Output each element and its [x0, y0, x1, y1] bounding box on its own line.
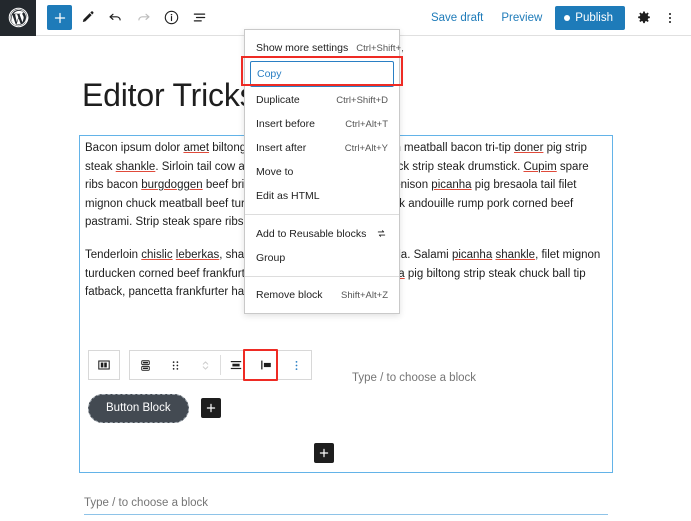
editor-window: Save draft Preview Publish — [0, 0, 691, 521]
menu-item-move-to[interactable]: Move to — [245, 160, 399, 184]
info-circle-icon — [163, 9, 180, 26]
pencil-icon — [79, 9, 96, 26]
list-view-button[interactable] — [186, 5, 212, 31]
publish-label: Publish — [575, 12, 613, 24]
redo-arrow-icon — [135, 9, 152, 26]
menu-item-label: Add to Reusable blocks — [256, 228, 366, 240]
details-button[interactable] — [158, 5, 184, 31]
menu-item-label: Insert before — [256, 118, 315, 130]
button-block-row: Button Block — [88, 394, 221, 423]
more-options-button[interactable] — [657, 5, 683, 31]
menu-item-shortcut: Ctrl+Shift+D — [328, 95, 388, 106]
tools-button[interactable] — [74, 5, 100, 31]
menu-item-edit-as-html[interactable]: Edit as HTML — [245, 184, 399, 208]
wordpress-logo-icon[interactable] — [0, 0, 36, 36]
menu-item-remove-block[interactable]: Remove block Shift+Alt+Z — [245, 283, 399, 307]
menu-item-shortcut: Ctrl+Alt+Y — [337, 143, 388, 154]
button-block[interactable]: Button Block — [88, 394, 189, 423]
drag-handle-icon[interactable] — [160, 351, 190, 379]
plus-icon — [53, 11, 67, 25]
block-toolbar — [88, 350, 312, 380]
menu-item-label: Group — [256, 252, 285, 264]
block-toolbar-group-main — [129, 350, 312, 380]
redo-button[interactable] — [130, 5, 156, 31]
toolbar-right-actions: Save draft Preview Publish — [422, 5, 691, 31]
menu-item-shortcut: Ctrl+Alt+T — [337, 119, 388, 130]
menu-item-shortcut: Shift+Alt+Z — [333, 290, 388, 301]
page-title[interactable]: Editor Tricks — [82, 76, 255, 114]
plus-icon — [205, 402, 217, 414]
menu-item-label: Duplicate — [256, 94, 300, 106]
plus-icon — [318, 447, 330, 459]
block-type-group-icon[interactable] — [130, 351, 160, 379]
block-options-dropdown-menu: Show more settings Ctrl+Shift+, Copy Dup… — [244, 29, 400, 314]
menu-item-label: Edit as HTML — [256, 190, 320, 202]
undo-button[interactable] — [102, 5, 128, 31]
align-left-icon[interactable] — [251, 351, 281, 379]
add-block-button[interactable] — [47, 5, 72, 30]
menu-item-shortcut: Ctrl+Shift+, — [348, 43, 404, 54]
menu-item-group[interactable]: Group — [245, 246, 399, 270]
menu-item-insert-after[interactable]: Insert after Ctrl+Alt+Y — [245, 136, 399, 160]
menu-item-label: Move to — [256, 166, 293, 178]
appender-placeholder[interactable]: Type / to choose a block — [352, 370, 476, 387]
settings-button[interactable] — [631, 5, 657, 31]
preview-button[interactable]: Preview — [492, 7, 551, 29]
undo-arrow-icon — [107, 9, 124, 26]
align-center-icon[interactable] — [221, 351, 251, 379]
menu-item-label: Show more settings — [256, 42, 348, 54]
move-up-down-icon[interactable] — [190, 351, 220, 379]
gear-icon — [636, 10, 652, 26]
inner-block-placeholder[interactable]: Type / to choose a block — [84, 495, 608, 515]
toolbar-left-tools — [36, 5, 212, 31]
menu-item-label: Remove block — [256, 289, 323, 301]
menu-item-copy[interactable]: Copy — [250, 61, 394, 87]
reusable-block-icon — [375, 227, 388, 240]
add-block-center-button[interactable] — [314, 443, 334, 463]
menu-item-show-more-settings[interactable]: Show more settings Ctrl+Shift+, — [245, 36, 399, 60]
three-dots-vertical-icon — [662, 10, 678, 26]
save-draft-button[interactable]: Save draft — [422, 7, 492, 29]
block-type-paragraph-icon[interactable] — [89, 351, 119, 379]
publish-dot-icon — [564, 15, 570, 21]
list-view-icon — [191, 9, 208, 26]
block-toolbar-group-parent — [88, 350, 120, 380]
menu-item-duplicate[interactable]: Duplicate Ctrl+Shift+D — [245, 88, 399, 112]
publish-button[interactable]: Publish — [555, 6, 625, 30]
block-more-options-icon[interactable] — [281, 351, 311, 379]
menu-item-add-to-reusable-blocks[interactable]: Add to Reusable blocks — [245, 221, 399, 246]
add-button-inline[interactable] — [201, 398, 221, 418]
menu-item-insert-before[interactable]: Insert before Ctrl+Alt+T — [245, 112, 399, 136]
menu-item-label: Insert after — [256, 142, 306, 154]
menu-divider — [245, 276, 399, 277]
menu-divider — [245, 214, 399, 215]
menu-item-label: Copy — [257, 68, 282, 80]
